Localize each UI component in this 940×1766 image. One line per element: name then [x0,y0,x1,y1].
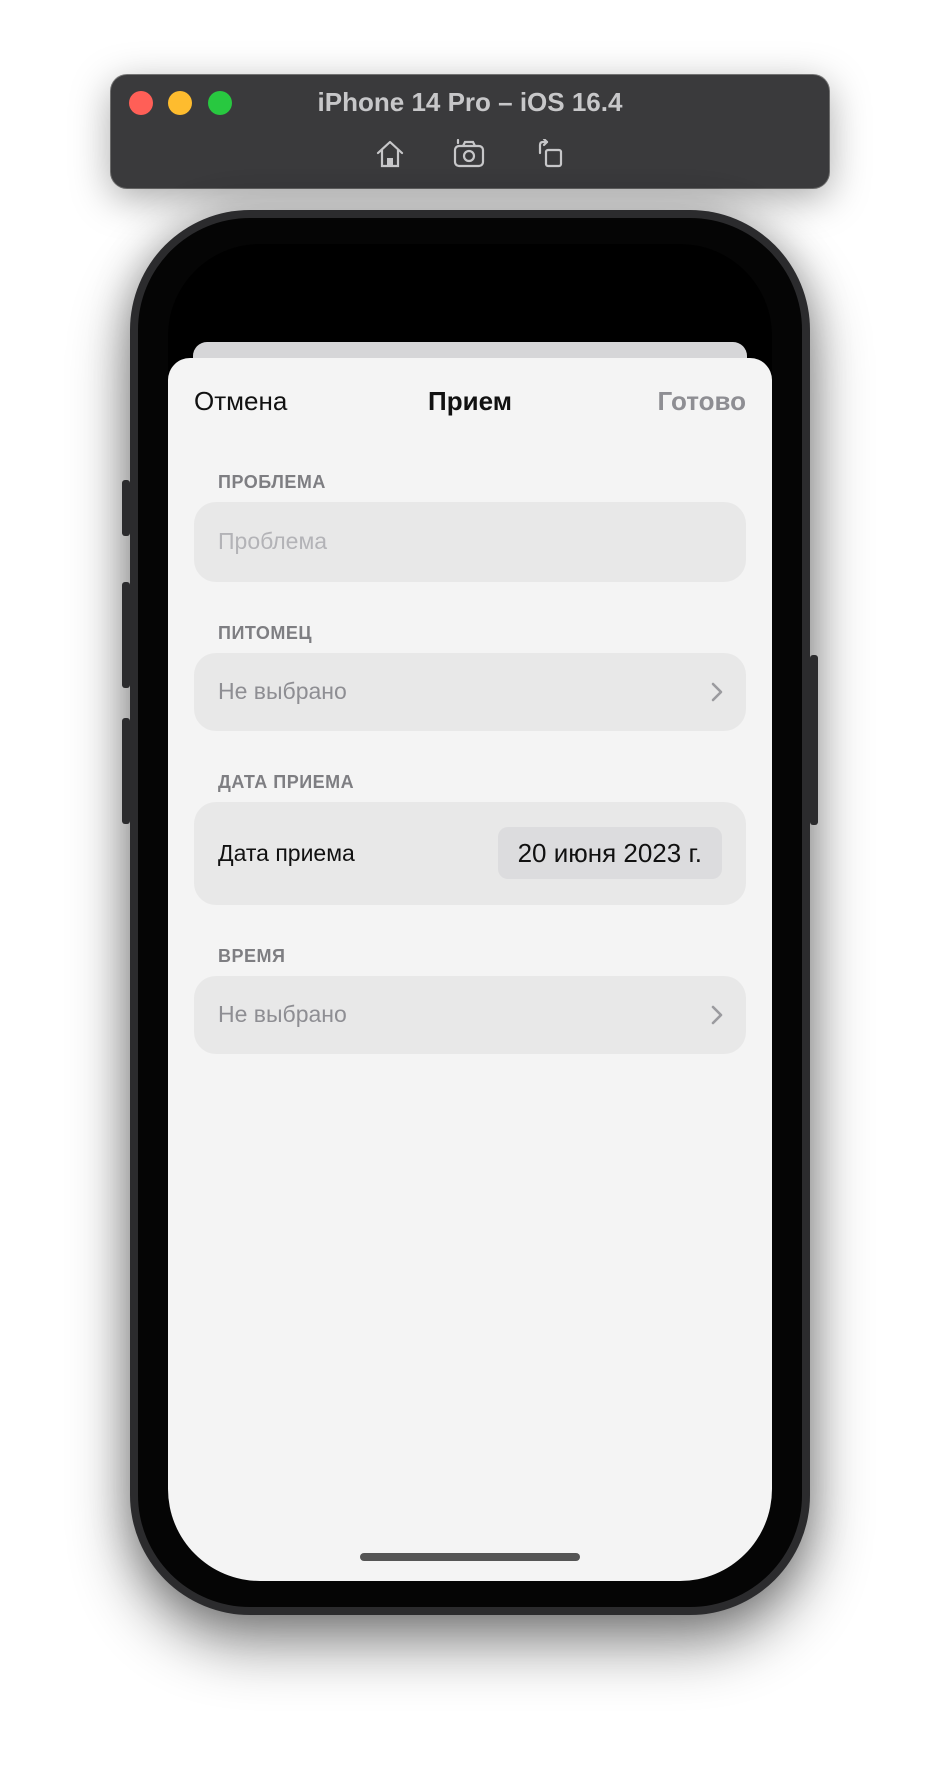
simulator-toolbar: iPhone 14 Pro – iOS 16.4 [111,75,829,188]
date-picker-button[interactable]: 20 июня 2023 г. [497,827,722,879]
navigation-bar: Отмена Прием Готово [168,358,772,446]
problem-field[interactable]: Проблема [194,502,746,582]
screen-root: iPhone 14 Pro – iOS 16.4 Отмена Прием Го… [0,0,940,1766]
time-value: Не выбрано [218,1001,347,1027]
pet-section-label: ПИТОМЕЦ [218,623,313,643]
mute-switch [122,480,130,536]
chevron-right-icon [710,1004,724,1026]
done-button[interactable]: Готово [658,386,746,417]
power-button [810,655,818,825]
volume-up-button [122,582,130,688]
problem-placeholder: Проблема [218,528,328,554]
home-indicator[interactable] [360,1553,580,1561]
pet-picker-row[interactable]: Не выбрано [194,653,746,731]
screenshot-icon[interactable] [450,136,490,172]
iphone-device: Отмена Прием Готово ПРОБЛЕМА Проблема ПИ… [122,210,818,1615]
time-picker-row[interactable]: Не выбрано [194,976,746,1054]
home-icon[interactable] [370,136,410,172]
phone-screen: Отмена Прием Готово ПРОБЛЕМА Проблема ПИ… [168,244,772,1581]
time-section-label: ВРЕМЯ [218,946,286,966]
volume-down-button [122,718,130,824]
phone-bezel: Отмена Прием Готово ПРОБЛЕМА Проблема ПИ… [138,218,802,1607]
rotate-icon[interactable] [530,136,570,172]
pet-value: Не выбрано [218,678,347,704]
appointment-sheet: Отмена Прием Готово ПРОБЛЕМА Проблема ПИ… [168,358,772,1581]
simulator-title: iPhone 14 Pro – iOS 16.4 [317,87,623,117]
date-label: Дата приема [218,840,355,866]
chevron-right-icon [710,681,724,703]
problem-section-label: ПРОБЛЕМА [218,472,326,492]
date-section-label: ДАТА ПРИЕМА [218,772,355,792]
simulator-actions [111,136,829,172]
date-row: Дата приема 20 июня 2023 г. [194,802,746,905]
